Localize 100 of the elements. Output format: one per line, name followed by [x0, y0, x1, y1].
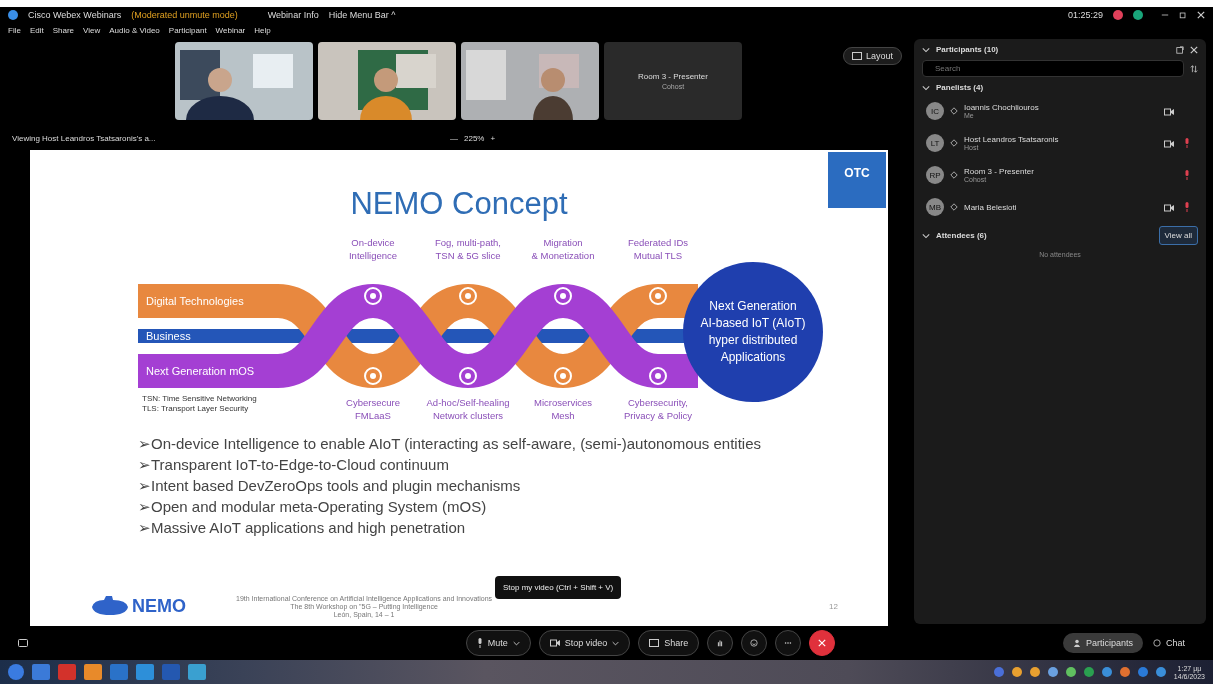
chevron-icon	[922, 45, 930, 54]
caret-icon	[612, 639, 620, 647]
mute-button[interactable]: Mute	[465, 630, 531, 656]
share-button[interactable]: Share	[638, 630, 700, 656]
avatar: MB	[926, 198, 944, 216]
menu-item[interactable]: Participant	[168, 25, 207, 35]
panelist-icon	[950, 203, 958, 211]
panel-title: Participants (10)	[936, 45, 999, 54]
camera-icon	[549, 639, 560, 647]
submarine-logo-icon	[90, 595, 130, 617]
menu-item[interactable]: Audio & Video	[109, 25, 160, 35]
video-button[interactable]: Stop video	[538, 630, 631, 656]
tray-icon[interactable]	[1137, 667, 1148, 677]
bullet-text: ➢Massive AIoT applications and high penetration	[138, 517, 467, 537]
participant-name: Host Leandros Tsatsaronis	[964, 135, 1060, 144]
leave-button[interactable]	[809, 630, 836, 656]
zoom-in-button[interactable]: +	[490, 134, 496, 144]
search-field[interactable]: Search	[922, 60, 1184, 77]
app-logo-icon	[8, 10, 18, 20]
panelist-icon	[950, 107, 958, 115]
avatar: IC	[926, 102, 944, 120]
pop-out-icon	[1176, 45, 1184, 54]
participant-name: Maria Belesioti	[964, 202, 1018, 212]
restore-button[interactable]	[1179, 11, 1187, 19]
layout-button[interactable]: Layout	[842, 47, 902, 65]
sort-icon	[1190, 64, 1198, 73]
panel-tab[interactable]: Chat	[1143, 633, 1195, 653]
footnote: TSN: Time Sensitive Networking	[142, 393, 257, 403]
mode-label: (Moderated unmute mode)	[131, 10, 238, 20]
menu-item[interactable]: View	[83, 25, 101, 35]
diagram-label: Fog, multi-path,	[435, 236, 501, 248]
close-button[interactable]	[1197, 11, 1205, 19]
tray-icon[interactable]	[1155, 667, 1166, 677]
menu-item[interactable]: Share	[52, 25, 75, 35]
menu-item[interactable]: Webinar	[215, 25, 246, 35]
viewing-label: Viewing Host Leandros Tsatsaronis's a...	[12, 134, 156, 144]
status-icon	[1133, 10, 1143, 20]
microphone-icon	[1184, 170, 1190, 180]
diagram-label: & Monetization	[531, 249, 595, 261]
section-header[interactable]: Attendees (6)	[936, 231, 987, 240]
microphone-icon	[1184, 138, 1190, 148]
tray-icon[interactable]	[1047, 667, 1058, 677]
menu-item[interactable]: Help	[254, 25, 271, 35]
tray-icon[interactable]	[1065, 667, 1076, 677]
tray-icon[interactable]	[1011, 667, 1022, 677]
camera-icon	[1164, 108, 1174, 116]
webinar-info-button[interactable]: Webinar Info	[267, 10, 319, 20]
menu-item[interactable]: Edit	[29, 25, 44, 35]
close-button[interactable]	[1190, 45, 1198, 54]
diagram-label: Network clusters	[432, 409, 504, 421]
window-title: Cisco Webex Webinars	[28, 10, 122, 20]
participant-name: Room 3 - Presenter	[964, 167, 1035, 176]
panelist-icon	[950, 139, 958, 147]
footnote: TLS: Transport Layer Security	[142, 403, 249, 413]
zoom-out-button[interactable]: —	[450, 134, 458, 144]
close-icon	[1197, 11, 1205, 19]
microphone-icon	[476, 638, 483, 648]
otc-logo: OTC	[828, 151, 886, 208]
feature-icon	[649, 286, 667, 305]
bullet-text: ➢Open and modular meta-Operating System (mOS)	[138, 496, 488, 516]
avatar: RP	[926, 166, 944, 184]
tray-icon[interactable]	[1083, 667, 1094, 677]
share-icon	[649, 639, 660, 647]
diagram-label: Migration	[543, 236, 583, 248]
section-header[interactable]: Panelists (4)	[936, 83, 984, 92]
feature-icon	[364, 366, 382, 385]
panel-tab[interactable]: Participants	[1062, 633, 1143, 653]
diagram-label: TSN & 5G slice	[435, 249, 501, 261]
tray-icon[interactable]	[1119, 667, 1130, 677]
view-all-button[interactable]: View all	[1158, 226, 1198, 245]
start-button[interactable]	[8, 664, 24, 680]
feature-icon	[364, 286, 382, 305]
feature-icon	[649, 366, 667, 385]
band-label: Business	[146, 329, 191, 342]
circle-label: AI-based IoT (AIoT)	[700, 315, 806, 330]
tray-icon[interactable]	[993, 667, 1004, 677]
raise-hand-button[interactable]	[707, 630, 734, 656]
diagram-label: FMLaaS	[355, 409, 391, 421]
diagram-label: Cybersecurity,	[628, 396, 688, 408]
microphone-icon	[1184, 202, 1190, 212]
minimize-button[interactable]	[1161, 11, 1169, 19]
menu-item[interactable]: File	[8, 25, 21, 35]
tray-icon[interactable]	[1029, 667, 1040, 677]
avatar: LT	[926, 134, 944, 152]
participant-row[interactable]: MB Maria Belesioti	[922, 194, 1198, 220]
reactions-button[interactable]	[741, 630, 768, 656]
pop-out-button[interactable]	[1176, 45, 1184, 54]
person-icon	[1072, 639, 1081, 647]
restore-icon	[1179, 11, 1187, 19]
participant-name: Ioannis Chochliouros	[964, 103, 1040, 112]
share-icon	[851, 52, 862, 60]
minimize-icon	[1161, 11, 1169, 19]
chat-icon	[1153, 639, 1161, 647]
hide-menu-button[interactable]: Hide Menu Bar ^	[328, 10, 396, 20]
camera-icon	[1164, 204, 1174, 212]
feature-icon	[459, 286, 477, 305]
feature-icon	[554, 286, 572, 305]
tray-icon[interactable]	[1101, 667, 1112, 677]
meeting-timer: 01:25:29	[1067, 10, 1103, 20]
diagram-label: Federated IDs	[627, 236, 689, 248]
